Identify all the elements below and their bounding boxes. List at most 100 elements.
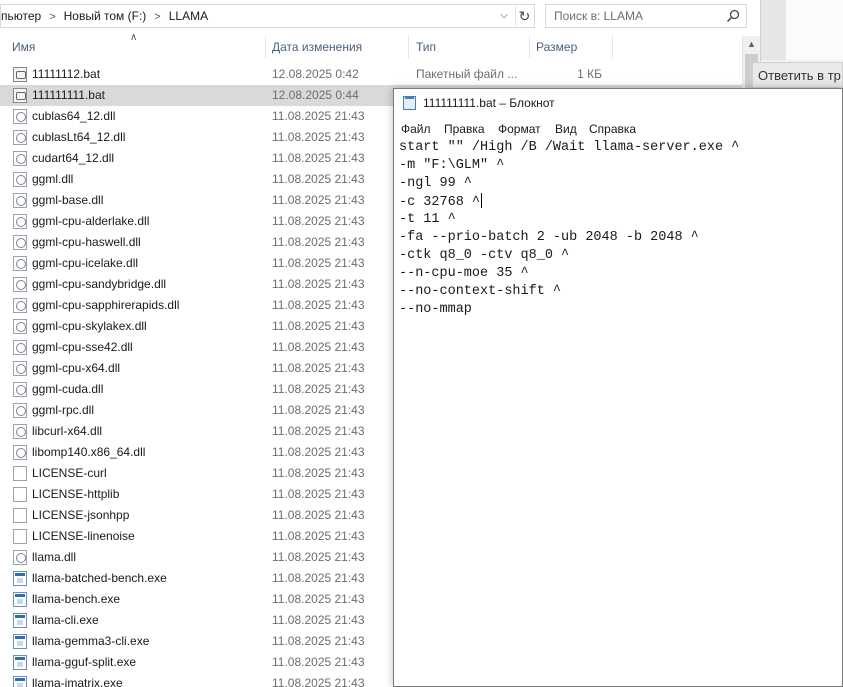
dll-file-icon [13,214,27,229]
dll-file-icon [13,277,27,292]
column-divider[interactable] [408,36,409,58]
file-name: ggml-cpu-alderlake.dll [32,214,150,228]
batch-file-icon [13,67,27,82]
dll-file-icon [13,340,27,355]
file-date: 11.08.2025 21:43 [272,676,365,687]
file-name: ggml-cpu-sandybridge.dll [32,277,167,291]
file-date: 11.08.2025 21:43 [272,109,365,123]
file-date: 11.08.2025 21:43 [272,508,365,522]
exe-file-icon [13,655,27,670]
text-line-content: --no-context-shift ^ [399,284,562,299]
file-name: llama-gguf-split.exe [32,655,137,669]
text-line: -m "F:\GLM" ^ [399,157,739,175]
file-name: ggml-rpc.dll [32,403,95,417]
file-date: 11.08.2025 21:43 [272,403,365,417]
file-date: 12.08.2025 0:44 [272,88,359,102]
file-name: llama-cli.exe [32,613,99,627]
file-name: ggml-cpu-sse42.dll [32,340,133,354]
column-name[interactable]: Имя [12,40,35,54]
text-caret [481,193,483,208]
address-bar[interactable]: пьютер > Новый том (F:) > LLAMA ⌵ ↻ [0,4,535,28]
chevron-right-icon: > [154,11,161,23]
sort-up-icon: ∧ [130,32,138,43]
notepad-window: 111111111.bat – Блокнот Файл Правка Форм… [393,88,843,687]
menu-view[interactable]: Вид [555,122,577,136]
file-date: 11.08.2025 21:43 [272,466,365,480]
dll-file-icon [13,256,27,271]
file-date: 11.08.2025 21:43 [272,151,365,165]
exe-file-icon [13,571,27,586]
file-date: 11.08.2025 21:43 [272,172,365,186]
menu-edit[interactable]: Правка [444,122,485,136]
scroll-up-icon[interactable]: ▲ [743,36,760,53]
file-date: 11.08.2025 21:43 [272,319,365,333]
chevron-down-icon[interactable]: ⌵ [495,6,513,26]
dll-file-icon [13,382,27,397]
file-date: 11.08.2025 21:43 [272,571,365,585]
file-date: 11.08.2025 21:43 [272,361,365,375]
menu-format[interactable]: Формат [498,122,541,136]
menu-bar: Файл Правка Формат Вид Справка [394,119,842,139]
text-line-content: -t 11 ^ [399,212,456,227]
refresh-icon[interactable]: ↻ [515,6,533,26]
column-date[interactable]: Дата изменения [272,40,362,54]
document-icon [13,508,27,523]
file-name: ggml-cuda.dll [32,382,104,396]
text-line-content: --n-cpu-moe 35 ^ [399,266,529,281]
text-editor[interactable]: start "" /High /B /Wait llama-server.exe… [399,139,739,319]
file-row[interactable]: 11111112.bat 12.08.2025 0:42 Пакетный файл… [0,64,742,85]
document-icon [13,487,27,502]
background-app-strip [761,0,786,60]
exe-file-icon [13,613,27,628]
file-date: 12.08.2025 0:42 [272,67,359,81]
chevron-right-icon: > [49,11,56,23]
file-name: LICENSE-curl [32,466,107,480]
window-title: 111111111.bat – Блокнот [423,96,555,110]
search-input[interactable]: Поиск в: LLAMA [545,4,747,28]
column-size[interactable]: Размер [536,40,577,54]
file-size: 1 КБ [577,67,602,81]
breadcrumb-item[interactable]: Новый том (F:) [64,9,147,23]
background-app-panel [786,0,843,60]
file-date: 11.08.2025 21:43 [272,592,365,606]
file-name: llama-imatrix.exe [32,676,123,687]
file-name: ggml-cpu-x64.dll [32,361,121,375]
menu-help[interactable]: Справка [589,122,636,136]
document-icon [13,529,27,544]
exe-file-icon [13,676,27,687]
breadcrumb-item[interactable]: LLAMA [169,9,208,23]
text-line-content: -fa --prio-batch 2 -ub 2048 -b 2048 ^ [399,230,699,245]
notepad-icon [403,96,416,110]
exe-file-icon [13,592,27,607]
text-line: -ngl 99 ^ [399,175,739,193]
reply-button[interactable]: Ответить в тр [752,62,843,88]
file-date: 11.08.2025 21:43 [272,382,365,396]
file-name: LICENSE-jsonhpp [32,508,130,522]
file-date: 11.08.2025 21:43 [272,235,365,249]
file-name: 11111112.bat [32,67,101,81]
batch-file-icon [13,88,27,103]
menu-file[interactable]: Файл [401,122,431,136]
document-icon [13,466,27,481]
column-divider[interactable] [265,36,266,58]
column-divider[interactable] [612,36,613,58]
column-type[interactable]: Тип [416,40,436,54]
dll-file-icon [13,298,27,313]
file-name: ggml-cpu-sapphirerapids.dll [32,298,180,312]
breadcrumb: пьютер > Новый том (F:) > LLAMA [1,9,208,23]
file-date: 11.08.2025 21:43 [272,214,365,228]
file-name: llama-batched-bench.exe [32,571,167,585]
dll-file-icon [13,172,27,187]
file-name: LICENSE-httplib [32,487,120,501]
notepad-titlebar[interactable]: 111111111.bat – Блокнот [394,89,842,117]
file-date: 11.08.2025 21:43 [272,424,365,438]
file-name: libomp140.x86_64.dll [32,445,146,459]
file-date: 11.08.2025 21:43 [272,445,365,459]
column-divider[interactable] [529,36,530,58]
file-date: 11.08.2025 21:43 [272,298,365,312]
text-line-content: -ctk q8_0 -ctv q8_0 ^ [399,248,570,263]
text-line-content: --no-mmap [399,302,472,317]
dll-file-icon [13,445,27,460]
exe-file-icon [13,634,27,649]
breadcrumb-item[interactable]: пьютер [1,9,41,23]
